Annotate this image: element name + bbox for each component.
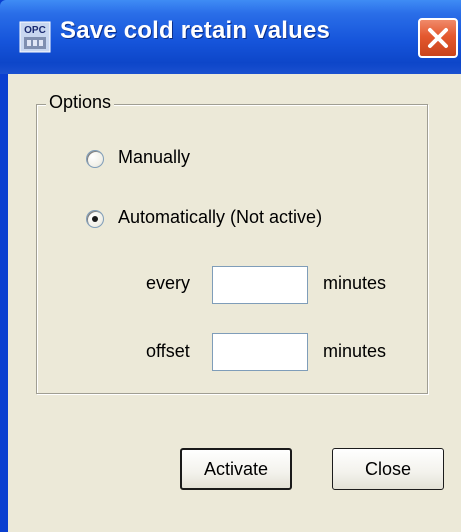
dialog-body: Options Manually Automatically (Not acti… (8, 74, 461, 532)
opc-icon: OPC (19, 21, 51, 53)
close-window-button[interactable] (418, 18, 458, 58)
automatic-label[interactable]: Automatically (Not active) (118, 207, 322, 228)
manual-label[interactable]: Manually (118, 147, 190, 168)
every-label: every (146, 273, 191, 293)
offset-label: offset (146, 341, 190, 361)
manual-radio[interactable] (86, 150, 104, 168)
every-unit-label: minutes (323, 273, 387, 293)
title-bar[interactable]: OPC Save cold retain values (0, 0, 461, 74)
offset-minutes-input[interactable] (212, 333, 308, 371)
close-button[interactable]: Close (332, 448, 444, 490)
automatic-radio[interactable] (86, 210, 104, 228)
offset-unit-label: minutes (323, 341, 387, 361)
options-group-label: Options (46, 92, 115, 113)
svg-text:OPC: OPC (24, 25, 46, 36)
close-icon (428, 28, 448, 48)
radio-selected-dot (92, 216, 98, 222)
every-minutes-input[interactable] (212, 266, 308, 304)
activate-button[interactable]: Activate (180, 448, 292, 490)
dialog-title: Save cold retain values (60, 17, 331, 44)
dialog-window: OPC Save cold retain values Options Manu… (0, 0, 461, 532)
